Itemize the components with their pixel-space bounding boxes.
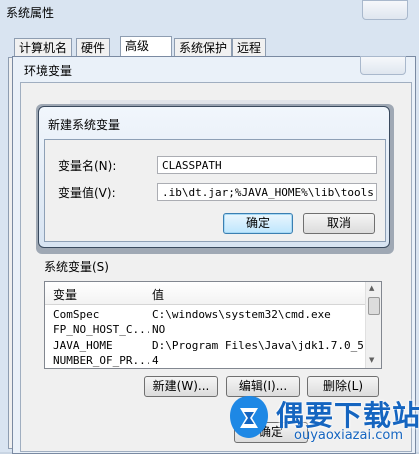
vertical-scrollbar[interactable]: ▲ ▼ <box>365 282 381 368</box>
variable-value-label: 变量值(V): <box>58 186 116 200</box>
row-variable-value: D:\Program Files\Java\jdk1.7.0_51 <box>152 339 364 352</box>
scroll-up-arrow-icon[interactable]: ▲ <box>369 284 374 292</box>
column-header-value[interactable]: 值 <box>152 286 164 303</box>
variable-value-field[interactable]: .ib\dt.jar;%JAVA_HOME%\lib\tools.jar <box>157 183 377 201</box>
row-variable-value: NO <box>152 323 166 336</box>
environment-variables-close-button[interactable] <box>360 56 406 75</box>
list-header: 变量 值 <box>45 282 365 305</box>
system-properties-title: 系统属性 <box>6 6 55 20</box>
column-header-variable[interactable]: 变量 <box>53 286 77 303</box>
system-variables-label: 系统变量(S) <box>44 260 109 274</box>
scroll-down-arrow-icon[interactable]: ▼ <box>369 356 374 364</box>
tab-remote[interactable]: 远程 <box>232 38 267 57</box>
variable-name-field[interactable]: CLASSPATH <box>157 156 377 174</box>
dialog-cancel-button[interactable]: 取消 <box>303 213 375 234</box>
row-variable-name: JAVA_HOME <box>53 339 113 352</box>
watermark-url: ouyaoxiazai.com <box>294 428 403 443</box>
tab-computer-name[interactable]: 计算机名 <box>14 38 73 57</box>
tab-advanced[interactable]: 高级 <box>120 36 172 58</box>
row-variable-name: ComSpec <box>53 308 100 321</box>
table-row[interactable]: NUMBER_OF_PR... 4 <box>45 353 365 368</box>
row-variable-value: C:\windows\system32\cmd.exe <box>152 308 331 321</box>
scroll-thumb[interactable] <box>368 297 380 315</box>
watermark-logo-icon <box>230 396 268 438</box>
system-properties-close-button[interactable] <box>362 0 408 20</box>
row-variable-name: NUMBER_OF_PR... <box>53 354 149 367</box>
new-variable-button[interactable]: 新建(W)... <box>144 376 218 397</box>
tab-hardware[interactable]: 硬件 <box>76 38 111 57</box>
variable-name-label: 变量名(N): <box>58 159 117 173</box>
table-row[interactable]: JAVA_HOME D:\Program Files\Java\jdk1.7.0… <box>45 338 365 353</box>
table-row[interactable]: FP_NO_HOST_C... NO <box>45 322 365 337</box>
environment-variables-title: 环境变量 <box>24 64 73 78</box>
tab-system-protection[interactable]: 系统保护 <box>174 38 233 57</box>
dialog-ok-button[interactable]: 确定 <box>223 213 293 234</box>
dialog-title: 新建系统变量 <box>48 118 121 132</box>
row-variable-name: FP_NO_HOST_C... <box>53 323 149 336</box>
system-variables-list[interactable]: 变量 值 ComSpec C:\windows\system32\cmd.exe… <box>44 281 382 369</box>
row-variable-value: 4 <box>152 354 159 367</box>
table-row[interactable]: ComSpec C:\windows\system32\cmd.exe <box>45 307 365 322</box>
